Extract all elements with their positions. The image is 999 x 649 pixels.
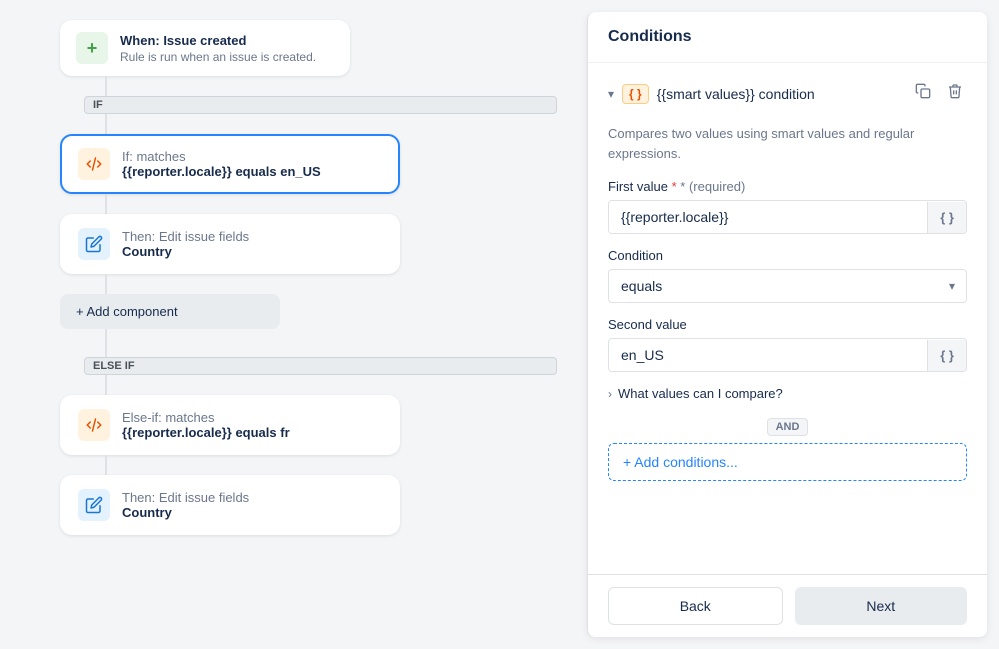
add-component-button[interactable]: + Add component: [60, 294, 280, 329]
smart-values-badge: { }: [622, 84, 649, 104]
add-conditions-button[interactable]: + Add conditions...: [608, 443, 967, 481]
condition-card-title: If: matches: [122, 149, 321, 164]
else-action-icon: [78, 489, 110, 521]
flow-canvas: + When: Issue created Rule is run when a…: [0, 0, 587, 649]
action-card-title: Then: Edit issue fields: [122, 229, 249, 244]
second-value-label: Second value: [608, 317, 967, 332]
else-action-card[interactable]: Then: Edit issue fields Country: [60, 475, 400, 535]
copy-button[interactable]: [911, 79, 935, 108]
action-card[interactable]: Then: Edit issue fields Country: [60, 214, 400, 274]
action-card-subtitle: Country: [122, 244, 249, 259]
else-action-title: Then: Edit issue fields: [122, 490, 249, 505]
back-button[interactable]: Back: [608, 587, 783, 625]
connector-line: [105, 455, 107, 475]
action-icon: [78, 228, 110, 260]
panel-title: Conditions: [608, 28, 967, 46]
connector-line: [105, 274, 107, 294]
conditions-panel: Conditions ▾ { } {{smart values}} condit…: [587, 12, 987, 637]
next-button[interactable]: Next: [795, 587, 968, 625]
trigger-card[interactable]: + When: Issue created Rule is run when a…: [60, 20, 350, 76]
compare-link-text: What values can I compare?: [618, 386, 783, 401]
panel-header: Conditions: [588, 12, 987, 63]
condition-card-text: If: matches {{reporter.locale}} equals e…: [122, 149, 321, 179]
else-if-label: ELSE IF: [84, 357, 557, 375]
else-action-text: Then: Edit issue fields Country: [122, 490, 249, 520]
and-badge: AND: [608, 417, 967, 435]
panel-body: ▾ { } {{smart values}} condition Compare…: [588, 63, 987, 574]
else-condition-icon: [78, 409, 110, 441]
first-value-label: First value * * (required): [608, 179, 967, 194]
condition-row: ▾ { } {{smart values}} condition: [608, 79, 967, 108]
chevron-down-icon[interactable]: ▾: [608, 87, 614, 101]
description-text: Compares two values using smart values a…: [608, 124, 967, 163]
compare-link[interactable]: › What values can I compare?: [608, 386, 967, 401]
condition-select[interactable]: equals not equals contains starts with e…: [608, 269, 967, 303]
connector-line: [105, 329, 107, 357]
connector-line: [105, 194, 107, 214]
connector-line: [105, 375, 107, 395]
connector-line: [105, 76, 107, 96]
first-value-input-wrapper: { }: [608, 200, 967, 234]
delete-button[interactable]: [943, 79, 967, 108]
else-condition-card[interactable]: Else-if: matches {{reporter.locale}} equ…: [60, 395, 400, 455]
condition-icon: [78, 148, 110, 180]
else-action-subtitle: Country: [122, 505, 249, 520]
second-value-input[interactable]: [609, 339, 927, 371]
second-value-brace-button[interactable]: { }: [927, 340, 966, 371]
first-value-input[interactable]: [609, 201, 927, 233]
first-value-brace-button[interactable]: { }: [927, 202, 966, 233]
else-condition-title: Else-if: matches: [122, 410, 290, 425]
trigger-title: When: Issue created: [120, 33, 316, 48]
chevron-right-icon: ›: [608, 387, 612, 401]
else-condition-subtitle: {{reporter.locale}} equals fr: [122, 425, 290, 440]
trigger-subtitle: Rule is run when an issue is created.: [120, 50, 316, 64]
condition-card-subtitle: {{reporter.locale}} equals en_US: [122, 164, 321, 179]
condition-select-wrapper: equals not equals contains starts with e…: [608, 269, 967, 303]
condition-name-label: {{smart values}} condition: [657, 86, 903, 102]
second-value-input-wrapper: { }: [608, 338, 967, 372]
else-condition-text: Else-if: matches {{reporter.locale}} equ…: [122, 410, 290, 440]
condition-card[interactable]: If: matches {{reporter.locale}} equals e…: [60, 134, 400, 194]
condition-label: Condition: [608, 248, 967, 263]
trigger-text: When: Issue created Rule is run when an …: [120, 33, 316, 64]
connector-line: [105, 114, 107, 134]
trigger-icon: +: [76, 32, 108, 64]
action-card-text: Then: Edit issue fields Country: [122, 229, 249, 259]
if-label: IF: [84, 96, 557, 114]
panel-footer: Back Next: [588, 574, 987, 637]
